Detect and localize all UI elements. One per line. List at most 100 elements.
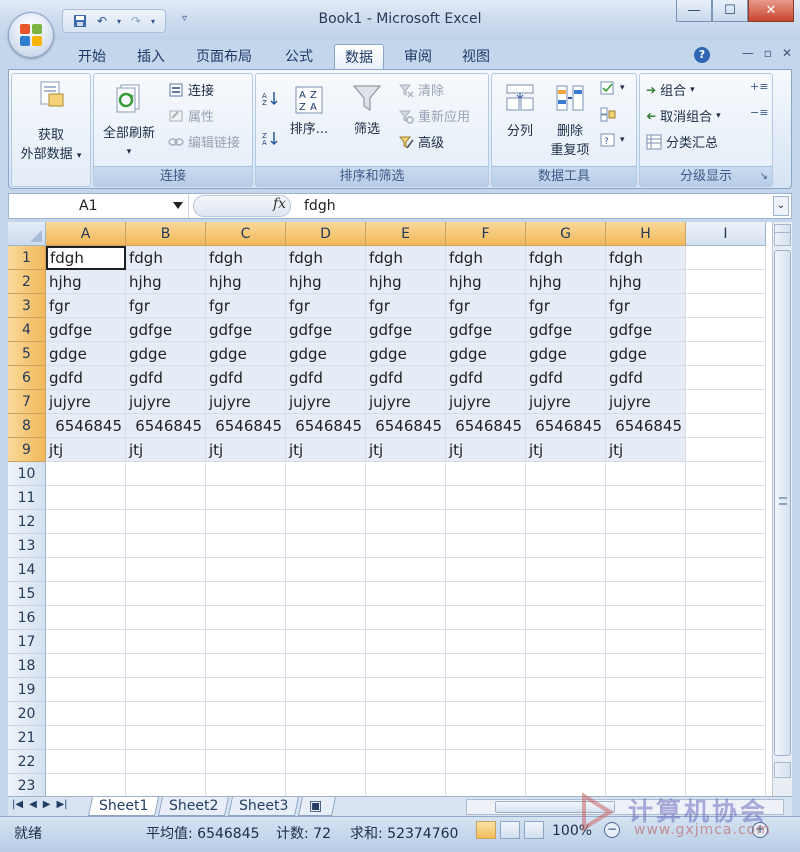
cell[interactable] [366, 462, 446, 486]
cell[interactable] [446, 534, 526, 558]
cell[interactable] [526, 486, 606, 510]
cell[interactable] [686, 702, 766, 726]
cell[interactable] [686, 534, 766, 558]
cell[interactable] [286, 726, 366, 750]
cell[interactable]: jujyre [126, 390, 206, 414]
close-button[interactable]: ✕ [748, 0, 794, 22]
connections-button[interactable]: 连接 [168, 80, 214, 99]
cell[interactable] [446, 774, 526, 796]
row-header-12[interactable]: 12 [8, 510, 46, 534]
cell[interactable]: 6546845 [446, 414, 526, 438]
row-header-8[interactable]: 8 [8, 414, 46, 438]
cell[interactable] [686, 462, 766, 486]
cell[interactable]: 6546845 [46, 414, 126, 438]
cell[interactable] [606, 774, 686, 796]
cell[interactable]: gdfd [606, 366, 686, 390]
cell[interactable] [446, 462, 526, 486]
cell[interactable] [686, 678, 766, 702]
cell[interactable] [606, 726, 686, 750]
cell[interactable]: fdgh [526, 246, 606, 270]
cell[interactable] [446, 582, 526, 606]
cell[interactable] [366, 558, 446, 582]
advanced-filter-button[interactable]: 高级 [398, 132, 444, 151]
cell[interactable] [526, 558, 606, 582]
cell[interactable] [126, 558, 206, 582]
cell[interactable] [286, 462, 366, 486]
cell[interactable] [126, 534, 206, 558]
cell[interactable]: gdfd [526, 366, 606, 390]
row-header-3[interactable]: 3 [8, 294, 46, 318]
cell[interactable]: gdge [606, 342, 686, 366]
cell[interactable]: 6546845 [366, 414, 446, 438]
cell[interactable]: jujyre [286, 390, 366, 414]
formula-input[interactable]: fdgh [304, 198, 336, 214]
subtotal-button[interactable]: 分类汇总 [646, 132, 718, 151]
filter-button[interactable]: 筛选 [342, 82, 392, 139]
first-sheet-icon[interactable]: |◀ [12, 799, 23, 810]
cell[interactable] [126, 582, 206, 606]
cell[interactable] [606, 606, 686, 630]
sort-ascending-button[interactable]: AZ [262, 90, 278, 106]
cell[interactable]: jujyre [526, 390, 606, 414]
cell[interactable] [206, 750, 286, 774]
cell[interactable]: hjhg [46, 270, 126, 294]
cell[interactable] [686, 438, 766, 462]
row-header-19[interactable]: 19 [8, 678, 46, 702]
refresh-all-button[interactable]: 全部刷新 ▾ [94, 82, 164, 162]
cell[interactable] [366, 510, 446, 534]
active-cell[interactable]: fdgh [46, 246, 126, 270]
sheet-tab-2[interactable]: Sheet2 [157, 797, 230, 816]
cell[interactable]: gdfge [526, 318, 606, 342]
cell[interactable]: gdge [366, 342, 446, 366]
cell[interactable]: gdfd [446, 366, 526, 390]
edit-links-button[interactable]: 编辑链接 [168, 132, 240, 151]
cell[interactable] [446, 702, 526, 726]
column-header-a[interactable]: A [46, 222, 126, 246]
cell[interactable] [126, 702, 206, 726]
reapply-button[interactable]: 重新应用 [398, 106, 470, 125]
cell[interactable]: gdfge [206, 318, 286, 342]
page-layout-view-button[interactable] [500, 821, 520, 839]
cell[interactable]: 6546845 [286, 414, 366, 438]
column-header-e[interactable]: E [366, 222, 446, 246]
cell[interactable]: gdge [286, 342, 366, 366]
cell[interactable] [606, 486, 686, 510]
cell[interactable]: jtj [46, 438, 126, 462]
insert-sheet-button[interactable]: ▣ [297, 797, 337, 816]
cell[interactable]: jtj [446, 438, 526, 462]
cell[interactable] [686, 654, 766, 678]
workbook-restore-icon[interactable]: ▫ [764, 46, 772, 60]
cell[interactable] [126, 510, 206, 534]
cell[interactable]: hjhg [606, 270, 686, 294]
cell[interactable]: hjhg [126, 270, 206, 294]
row-header-11[interactable]: 11 [8, 486, 46, 510]
next-sheet-icon[interactable]: ▶ [43, 799, 51, 810]
remove-duplicates-button[interactable]: 删除 重复项 [544, 82, 596, 160]
cell[interactable]: hjhg [366, 270, 446, 294]
office-button[interactable] [8, 12, 54, 58]
cell[interactable] [606, 702, 686, 726]
show-detail-button[interactable]: +≡ [750, 80, 768, 93]
tab-home[interactable]: 开始 [68, 44, 116, 70]
vertical-scrollbar[interactable] [772, 222, 792, 796]
cell[interactable] [286, 702, 366, 726]
cell[interactable] [606, 654, 686, 678]
cell[interactable]: jtj [206, 438, 286, 462]
row-header-7[interactable]: 7 [8, 390, 46, 414]
cell[interactable] [366, 486, 446, 510]
row-header-20[interactable]: 20 [8, 702, 46, 726]
cell[interactable] [126, 486, 206, 510]
cell[interactable] [126, 630, 206, 654]
cell[interactable] [46, 750, 126, 774]
row-header-1[interactable]: 1 [8, 246, 46, 270]
cell[interactable] [126, 726, 206, 750]
row-header-23[interactable]: 23 [8, 774, 46, 796]
tab-review[interactable]: 审阅 [394, 44, 442, 70]
what-if-analysis-button[interactable]: ? ▾ [600, 132, 625, 148]
cell[interactable]: jtj [606, 438, 686, 462]
cell[interactable] [206, 534, 286, 558]
cell[interactable]: jujyre [606, 390, 686, 414]
workbook-close-icon[interactable]: ✕ [782, 46, 792, 60]
row-header-14[interactable]: 14 [8, 558, 46, 582]
cell[interactable]: gdfd [126, 366, 206, 390]
